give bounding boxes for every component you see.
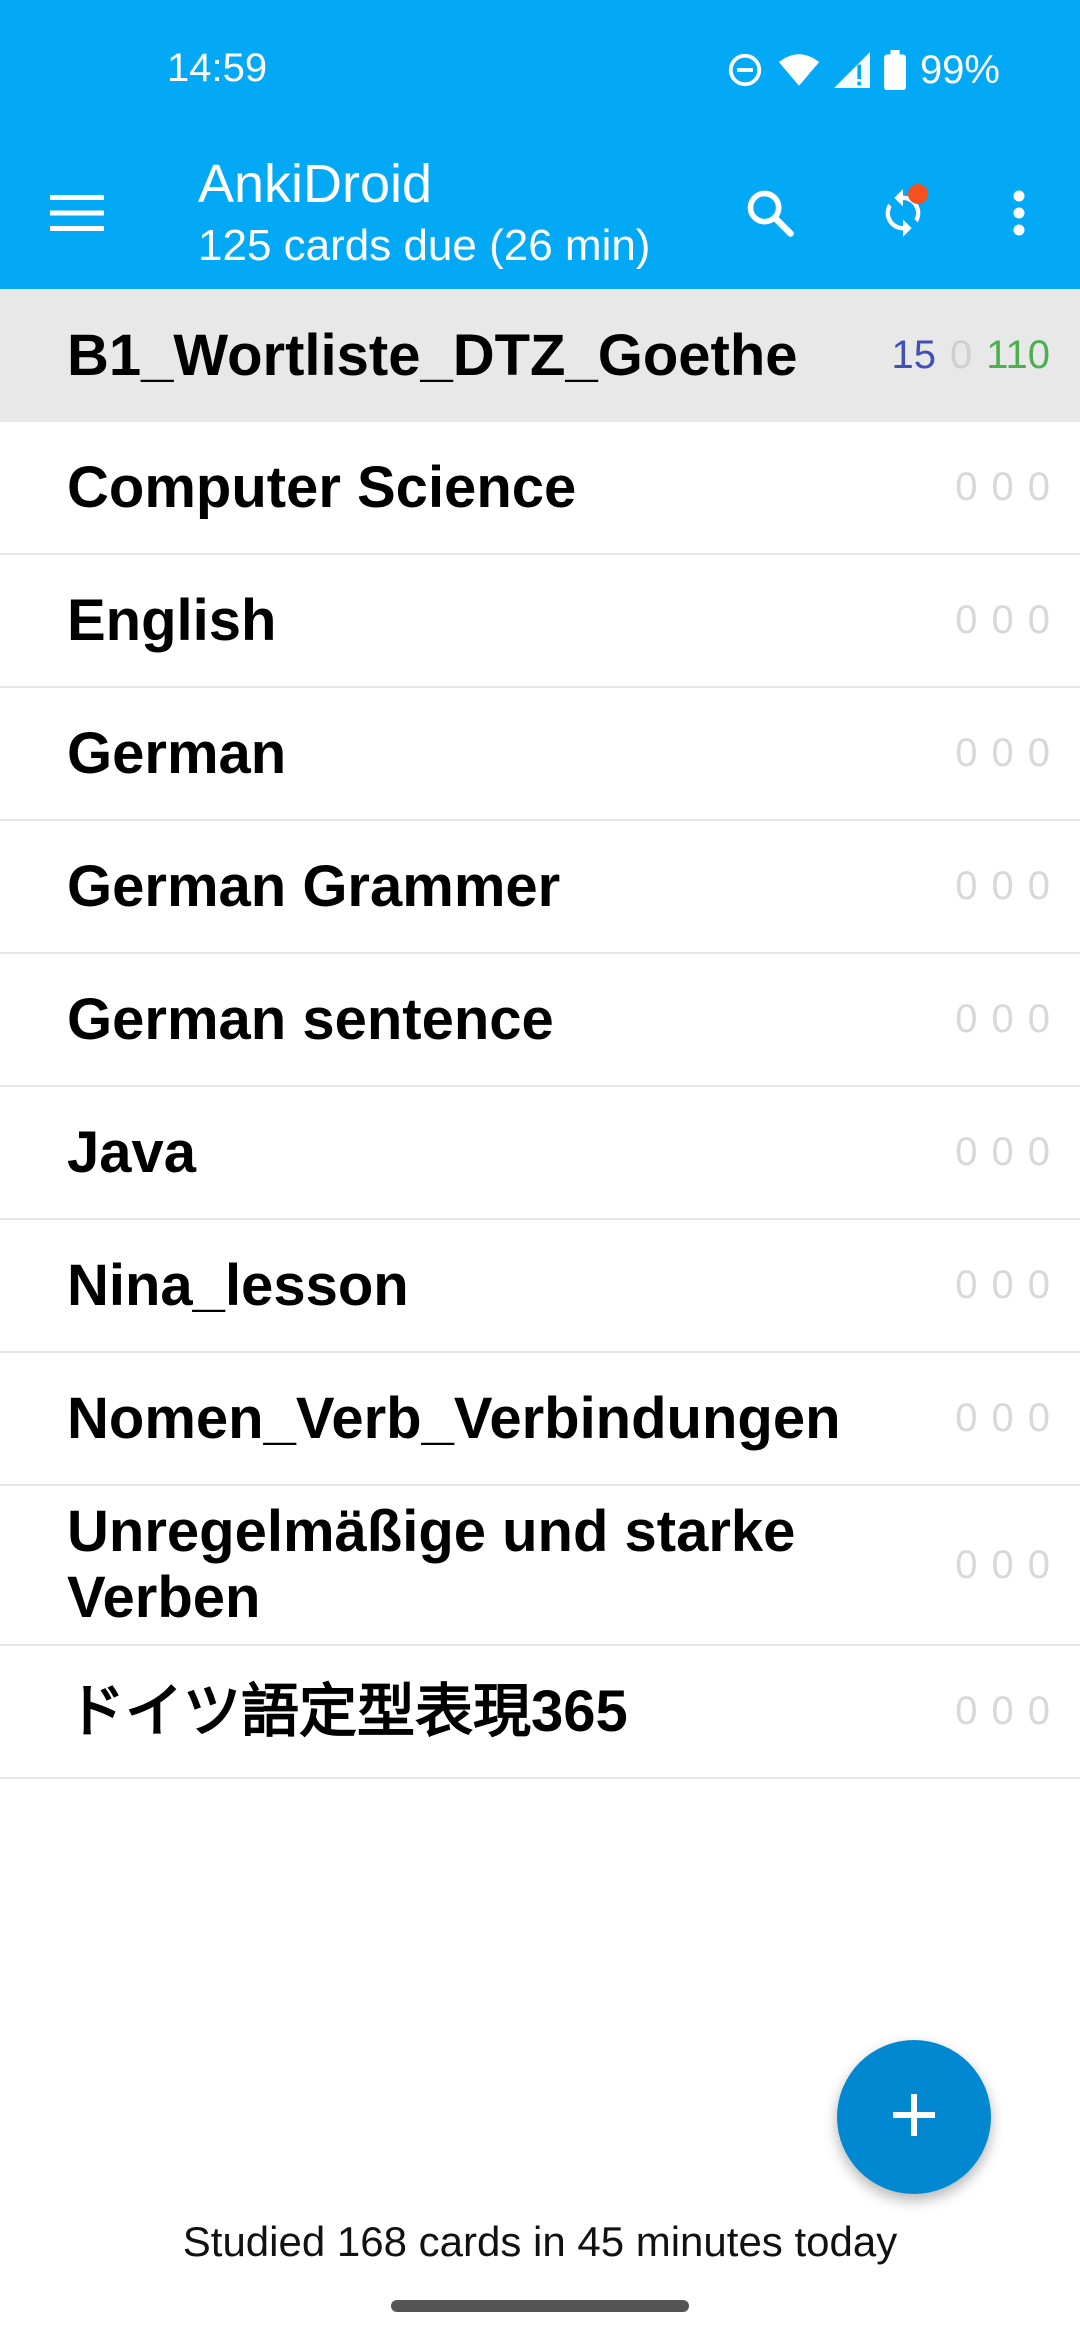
signal-icon <box>833 51 870 89</box>
app-bar: 14:59 99% AnkiDroid 125 cards due (26 mi… <box>0 0 1080 289</box>
deck-row[interactable]: German Grammer 0 0 0 <box>0 821 1080 954</box>
deck-name: B1_Wortliste_DTZ_Goethe <box>67 322 798 388</box>
deck-counts: 0 0 0 <box>955 1263 1050 1308</box>
review-count: 110 <box>986 333 1050 377</box>
deck-name: Computer Science <box>67 454 577 520</box>
deck-row[interactable]: German 0 0 0 <box>0 688 1080 821</box>
deck-name: Java <box>67 1119 197 1185</box>
review-count: 0 <box>1027 864 1050 908</box>
new-count: 0 <box>955 731 978 775</box>
new-count: 0 <box>955 1263 978 1307</box>
deck-counts: 0 0 0 <box>955 1689 1050 1734</box>
new-count: 0 <box>955 465 978 509</box>
review-count: 0 <box>1027 1130 1050 1174</box>
deck-row[interactable]: Nina_lesson 0 0 0 <box>0 1220 1080 1353</box>
deck-name: Nomen_Verb_Verbindungen <box>67 1385 841 1451</box>
review-count: 0 <box>1027 465 1050 509</box>
learn-count: 0 <box>991 731 1014 775</box>
deck-counts: 0 0 0 <box>955 598 1050 643</box>
deck-row[interactable]: Nomen_Verb_Verbindungen 0 0 0 <box>0 1353 1080 1486</box>
learn-count: 0 <box>991 1689 1014 1733</box>
learn-count: 0 <box>991 1542 1014 1587</box>
review-count: 0 <box>1027 997 1050 1041</box>
review-count: 0 <box>1027 1542 1050 1587</box>
deck-name: ドイツ語定型表現365 <box>67 1678 628 1744</box>
new-count: 15 <box>891 333 936 377</box>
deck-counts: 0 0 0 <box>955 1396 1050 1441</box>
wifi-icon <box>778 51 820 89</box>
review-count: 0 <box>1027 1689 1050 1733</box>
deck-counts: 0 0 0 <box>955 1543 1050 1588</box>
review-count: 0 <box>1027 1396 1050 1440</box>
deck-row[interactable]: German sentence 0 0 0 <box>0 954 1080 1087</box>
deck-row[interactable]: English 0 0 0 <box>0 555 1080 688</box>
new-count: 0 <box>955 997 978 1041</box>
deck-counts: 0 0 0 <box>955 731 1050 776</box>
study-summary: Studied 168 cards in 45 minutes today <box>182 2218 898 2265</box>
learn-count: 0 <box>991 1396 1014 1440</box>
sync-button[interactable] <box>868 180 938 250</box>
deck-name: English <box>67 587 277 653</box>
deck-row[interactable]: Unregelmäßige und starke Verben 0 0 0 <box>0 1486 1080 1646</box>
deck-name: German sentence <box>67 986 554 1052</box>
learn-count: 0 <box>949 333 973 377</box>
new-count: 0 <box>955 598 978 642</box>
learn-count: 0 <box>991 598 1014 642</box>
navigation-drawer-button[interactable] <box>44 182 110 248</box>
search-button[interactable] <box>735 180 805 250</box>
new-count: 0 <box>955 1689 978 1733</box>
new-count: 0 <box>955 1396 978 1440</box>
search-icon <box>744 187 796 244</box>
status-icons: 99% <box>726 46 1000 94</box>
deck-name: German <box>67 720 287 786</box>
deck-counts: 0 0 0 <box>955 465 1050 510</box>
learn-count: 0 <box>991 1130 1014 1174</box>
toolbar: AnkiDroid 125 cards due (26 min) <box>0 140 1080 289</box>
cards-due-subtitle: 125 cards due (26 min) <box>198 221 651 270</box>
status-bar: 14:59 99% <box>0 0 1080 140</box>
learn-count: 0 <box>991 1263 1014 1307</box>
new-count: 0 <box>955 864 978 908</box>
deck-row[interactable]: Java 0 0 0 <box>0 1087 1080 1220</box>
battery-icon <box>884 50 906 90</box>
deck-name: German Grammer <box>67 853 561 919</box>
deck-list: B1_Wortliste_DTZ_Goethe 15 0 110 Compute… <box>0 289 1080 1779</box>
plus-icon <box>891 2092 937 2143</box>
deck-name: Nina_lesson <box>67 1252 409 1318</box>
new-count: 0 <box>955 1130 978 1174</box>
deck-row[interactable]: B1_Wortliste_DTZ_Goethe 15 0 110 <box>0 289 1080 422</box>
deck-row[interactable]: Computer Science 0 0 0 <box>0 422 1080 555</box>
review-count: 0 <box>1027 1263 1050 1307</box>
menu-icon <box>50 193 104 238</box>
status-time: 14:59 <box>167 46 268 90</box>
title-block: AnkiDroid 125 cards due (26 min) <box>198 150 650 274</box>
add-button[interactable] <box>837 2040 991 2194</box>
app-title: AnkiDroid <box>198 154 433 214</box>
do-not-disturb-icon <box>726 51 764 89</box>
review-count: 0 <box>1027 731 1050 775</box>
gesture-navigation-handle[interactable] <box>391 2300 689 2312</box>
deck-name: Unregelmäßige und starke Verben <box>67 1499 796 1630</box>
learn-count: 0 <box>991 864 1014 908</box>
deck-row[interactable]: ドイツ語定型表現365 0 0 0 <box>0 1646 1080 1779</box>
learn-count: 0 <box>991 997 1014 1041</box>
more-options-button[interactable] <box>984 180 1054 250</box>
more-icon <box>1012 189 1026 242</box>
deck-counts: 15 0 110 <box>891 333 1050 378</box>
learn-count: 0 <box>991 465 1014 509</box>
deck-counts: 0 0 0 <box>955 864 1050 909</box>
deck-counts: 0 0 0 <box>955 1130 1050 1175</box>
new-count: 0 <box>955 1542 978 1587</box>
sync-notification-badge <box>908 184 928 204</box>
deck-counts: 0 0 0 <box>955 997 1050 1042</box>
battery-percentage: 99% <box>919 47 1000 92</box>
review-count: 0 <box>1027 598 1050 642</box>
